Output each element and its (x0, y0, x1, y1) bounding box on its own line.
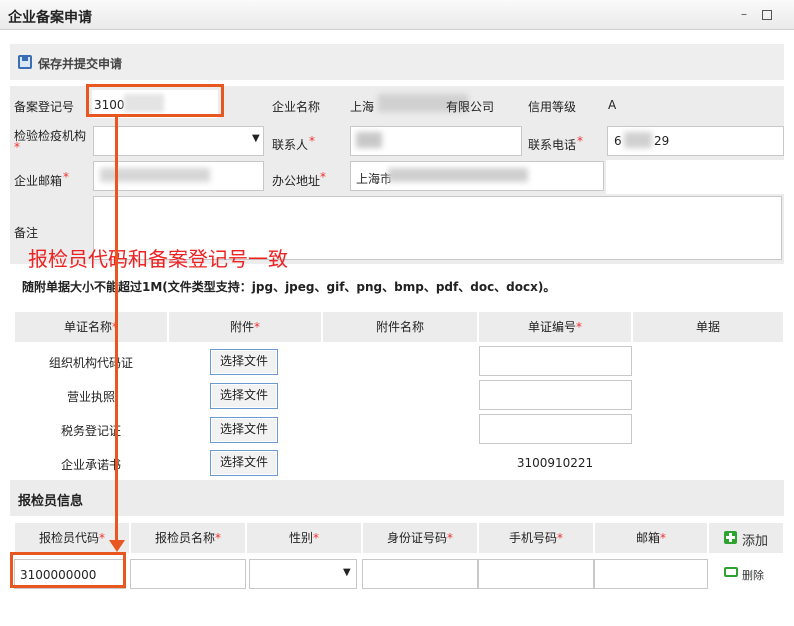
phone-label: 联系电话 (528, 138, 577, 152)
inspector-header-gender: 性别* (246, 522, 362, 554)
blurred-redaction (624, 132, 652, 148)
doc-header-receipt: 单据 (632, 311, 784, 343)
doc-row-name: 营业执照 (66, 390, 115, 404)
choose-file-button[interactable]: 选择文件 (210, 450, 278, 476)
phone-value-suffix: 29 (654, 134, 670, 148)
record-no-label: 备案登记号 (14, 100, 75, 114)
attachment-hint: 随附单据大小不能超过1M(文件类型支持：jpg、jpeg、gif、png、bmp… (22, 280, 556, 294)
doc-no-input[interactable] (479, 414, 632, 444)
required-mark: * (309, 134, 315, 148)
company-name-label: 企业名称 (272, 100, 321, 114)
delete-button[interactable]: 删除 (742, 567, 764, 583)
company-name-suffix: 有限公司 (446, 100, 495, 114)
chevron-down-icon: ▼ (343, 567, 351, 578)
inspector-header-email: 邮箱* (594, 522, 708, 554)
doc-no-input[interactable] (479, 380, 632, 410)
doc-header-name: 单证名称* (14, 311, 168, 343)
inspector-header-id: 身份证号码* (362, 522, 478, 554)
gender-select[interactable] (249, 559, 357, 589)
company-name-prefix: 上海 (350, 100, 375, 114)
inspector-header-mobile: 手机号码* (478, 522, 594, 554)
doc-no-input[interactable] (479, 346, 632, 376)
window-title: 企业备案申请 (8, 10, 92, 26)
office-addr-label: 办公地址 (272, 174, 321, 188)
contact-label: 联系人 (272, 138, 309, 152)
maximize-icon[interactable] (762, 10, 772, 20)
inspector-section-header (10, 480, 784, 516)
add-icon[interactable] (724, 531, 737, 544)
empty-cell (606, 160, 784, 194)
choose-file-button[interactable]: 选择文件 (210, 383, 278, 409)
arrow-head-icon (109, 540, 125, 552)
blurred-redaction (356, 132, 382, 148)
required-mark: * (320, 170, 326, 184)
blurred-redaction (388, 168, 528, 182)
add-button[interactable]: 添加 (742, 530, 768, 549)
delete-icon[interactable] (724, 567, 738, 577)
highlight-box-inspector-code (10, 552, 126, 588)
email-input-inspector[interactable] (594, 559, 708, 589)
required-mark: * (577, 134, 583, 148)
required-mark: * (63, 170, 69, 184)
mobile-input[interactable] (478, 559, 594, 589)
doc-header-attach-name: 附件名称 (322, 311, 478, 343)
credit-value: A (608, 98, 617, 112)
choose-file-button[interactable]: 选择文件 (210, 349, 278, 375)
save-icon[interactable] (18, 55, 32, 69)
remark-label: 备注 (14, 226, 39, 240)
chevron-down-icon: ▼ (252, 133, 260, 144)
id-number-input[interactable] (362, 559, 478, 589)
inspector-name-input[interactable] (130, 559, 246, 589)
doc-no-value: 3100910221 (516, 456, 594, 470)
phone-value-prefix: 6 (614, 134, 622, 148)
annotation-text: 报检员代码和备案登记号一致 (28, 247, 288, 271)
inspector-header-name: 报检员名称* (130, 522, 246, 554)
save-submit-button[interactable]: 保存并提交申请 (38, 55, 122, 72)
highlight-box-record-no (86, 84, 224, 117)
credit-label: 信用等级 (528, 100, 577, 114)
window-titlebar (0, 0, 794, 30)
doc-row-name: 组织机构代码证 (48, 356, 133, 370)
toolbar (10, 44, 784, 80)
doc-header-doc-no: 单证编号* (478, 311, 632, 343)
required-mark: * (14, 140, 20, 154)
doc-row-name: 企业承诺书 (60, 458, 121, 472)
inspection-org-select[interactable] (93, 126, 264, 156)
inspector-section-title: 报检员信息 (18, 494, 84, 509)
minimize-icon[interactable]: – (738, 8, 750, 20)
arrow-line (115, 117, 118, 542)
doc-row-name: 税务登记证 (60, 424, 121, 438)
choose-file-button[interactable]: 选择文件 (210, 417, 278, 443)
doc-header-attach: 附件* (168, 311, 322, 343)
email-label: 企业邮箱 (14, 174, 63, 188)
office-addr-value: 上海市 (356, 172, 393, 186)
inspection-org-label: 检验检疫机构 (14, 129, 87, 143)
